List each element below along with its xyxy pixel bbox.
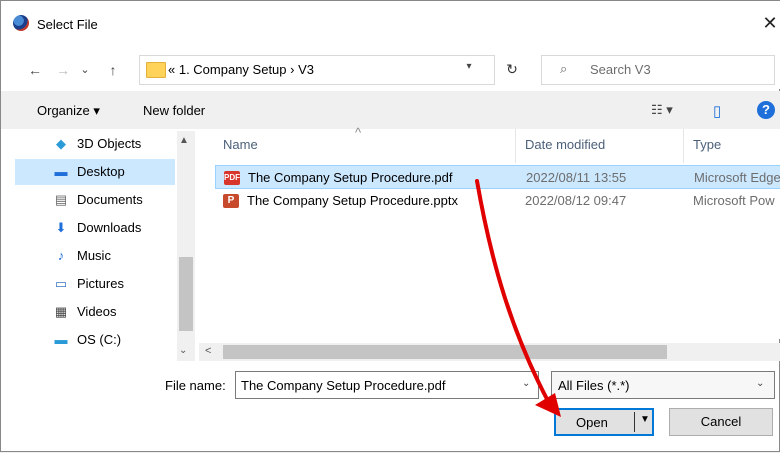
chevron-down-icon[interactable]: ⌄ (756, 378, 764, 389)
folder-icon (146, 62, 166, 78)
sidebar-item-label: Pictures (77, 276, 124, 291)
up-folder-button[interactable]: ↑ (103, 60, 123, 80)
video-icon: ▦ (54, 304, 68, 319)
scrollbar-thumb[interactable] (223, 345, 667, 359)
sidebar-item-pictures[interactable]: ▭ Pictures (15, 271, 175, 297)
search-input[interactable]: ⌕ Search V3 (541, 55, 775, 85)
music-icon: ♪ (57, 248, 65, 263)
help-icon[interactable]: ? (757, 101, 775, 119)
column-header-type[interactable]: Type (693, 137, 721, 152)
search-icon: ⌕ (560, 61, 568, 76)
chevron-down-icon[interactable]: ⌄ (522, 378, 530, 389)
dialog-title: Select File (37, 17, 98, 32)
sidebar-item-music[interactable]: ♪ Music (15, 243, 175, 269)
open-dropdown-icon[interactable]: ▼ (640, 414, 650, 425)
address-dropdown-icon[interactable]: ▾ (462, 61, 476, 72)
scroll-left-icon[interactable]: < (205, 345, 211, 357)
file-row[interactable]: P The Company Setup Procedure.pptx 2022/… (215, 189, 780, 213)
scrollbar-thumb[interactable] (179, 257, 193, 331)
sidebar-item-3d-objects[interactable]: ◆ 3D Objects (15, 131, 175, 157)
file-name[interactable]: The Company Setup Procedure.pdf (248, 170, 453, 185)
file-type-filter-value: All Files (*.*) (558, 378, 630, 393)
title-bar: Select File ✕ (1, 1, 780, 51)
file-type: Microsoft Edge (694, 170, 780, 185)
search-placeholder: Search V3 (590, 62, 651, 77)
back-button[interactable]: ← (25, 60, 45, 80)
address-bar[interactable]: « 1. Company Setup › V3 ▾ (139, 55, 495, 85)
sidebar-item-downloads[interactable]: ⬇ Downloads (15, 215, 175, 241)
sidebar-item-label: Videos (77, 304, 117, 319)
sidebar-item-label: OS (C:) (77, 332, 122, 347)
address-path[interactable]: « 1. Company Setup › V3 (168, 62, 314, 77)
sidebar-item-label: 3D Objects (77, 136, 142, 151)
sidebar-item-label: Downloads (77, 220, 142, 235)
command-toolbar: Organize ▾ New folder ☷ ▾ ▯ ? (1, 91, 780, 129)
navigation-bar: ← → ⌄ ↑ « 1. Company Setup › V3 ▾ ↻ ⌕ Se… (1, 51, 780, 89)
filename-value[interactable]: The Company Setup Procedure.pdf (241, 378, 446, 393)
column-header-date-modified[interactable]: Date modified (525, 137, 605, 152)
filename-field[interactable]: The Company Setup Procedure.pdf ⌄ (235, 371, 539, 399)
sidebar-item-label: Desktop (77, 164, 125, 179)
scroll-down-icon[interactable]: ⌄ (179, 345, 187, 356)
recent-locations-button[interactable]: ⌄ (75, 60, 95, 80)
sidebar-item-label: Documents (77, 192, 143, 207)
app-logo-icon (13, 15, 29, 31)
file-type-filter[interactable]: All Files (*.*) ⌄ (551, 371, 775, 399)
file-date: 2022/08/12 09:47 (525, 193, 627, 208)
sort-ascending-icon: ^ (355, 125, 362, 140)
column-header-name[interactable]: Name (223, 137, 258, 152)
file-date: 2022/08/11 13:55 (526, 170, 627, 185)
close-button[interactable]: ✕ (759, 11, 780, 35)
split-divider (634, 412, 635, 432)
cancel-button[interactable]: Cancel (669, 408, 773, 436)
sidebar-item-desktop[interactable]: ▬ Desktop (15, 159, 175, 185)
filename-label: File name: (165, 378, 226, 393)
desktop-icon: ▬ (54, 164, 68, 179)
sidebar-item-label: Music (77, 248, 111, 263)
new-folder-button[interactable]: New folder (143, 103, 205, 118)
column-divider[interactable] (515, 129, 516, 163)
view-options-icon[interactable]: ☷ ▾ (651, 102, 673, 118)
file-list-hscrollbar[interactable]: < (199, 343, 780, 361)
drive-icon: ▬ (54, 332, 68, 347)
sidebar-item-videos[interactable]: ▦ Videos (15, 299, 175, 325)
pdf-file-icon: PDF (224, 171, 240, 185)
column-divider[interactable] (683, 129, 684, 163)
sidebar-item-documents[interactable]: ▤ Documents (15, 187, 175, 213)
pictures-icon: ▭ (54, 276, 68, 291)
refresh-button[interactable]: ↻ (501, 55, 523, 83)
forward-button[interactable]: → (53, 60, 73, 80)
file-dialog: Select File ✕ ← → ⌄ ↑ « 1. Company Setup… (0, 0, 780, 452)
preview-pane-icon[interactable]: ▯ (713, 102, 721, 120)
file-row[interactable]: PDF The Company Setup Procedure.pdf 2022… (215, 165, 780, 189)
open-button-label: Open (576, 415, 608, 430)
file-type: Microsoft Pow (693, 193, 775, 208)
file-list: Name ^ Date modified Type PDF The Compan… (205, 125, 780, 339)
sidebar-item-os-c[interactable]: ▬ OS (C:) (15, 327, 175, 353)
scroll-up-icon[interactable]: ▲ (179, 135, 189, 146)
cube-icon: ◆ (56, 136, 66, 151)
file-name[interactable]: The Company Setup Procedure.pptx (247, 193, 458, 208)
sidebar-scrollbar[interactable]: ▲ ⌄ (177, 131, 195, 361)
download-icon: ⬇ (55, 220, 67, 235)
documents-icon: ▤ (54, 192, 68, 207)
organize-button[interactable]: Organize ▾ (37, 103, 100, 119)
pptx-file-icon: P (223, 194, 239, 208)
open-button[interactable]: Open ▼ (554, 408, 654, 436)
navigation-pane: ◆ 3D Objects ▬ Desktop ▤ Documents ⬇ Dow… (15, 129, 195, 363)
